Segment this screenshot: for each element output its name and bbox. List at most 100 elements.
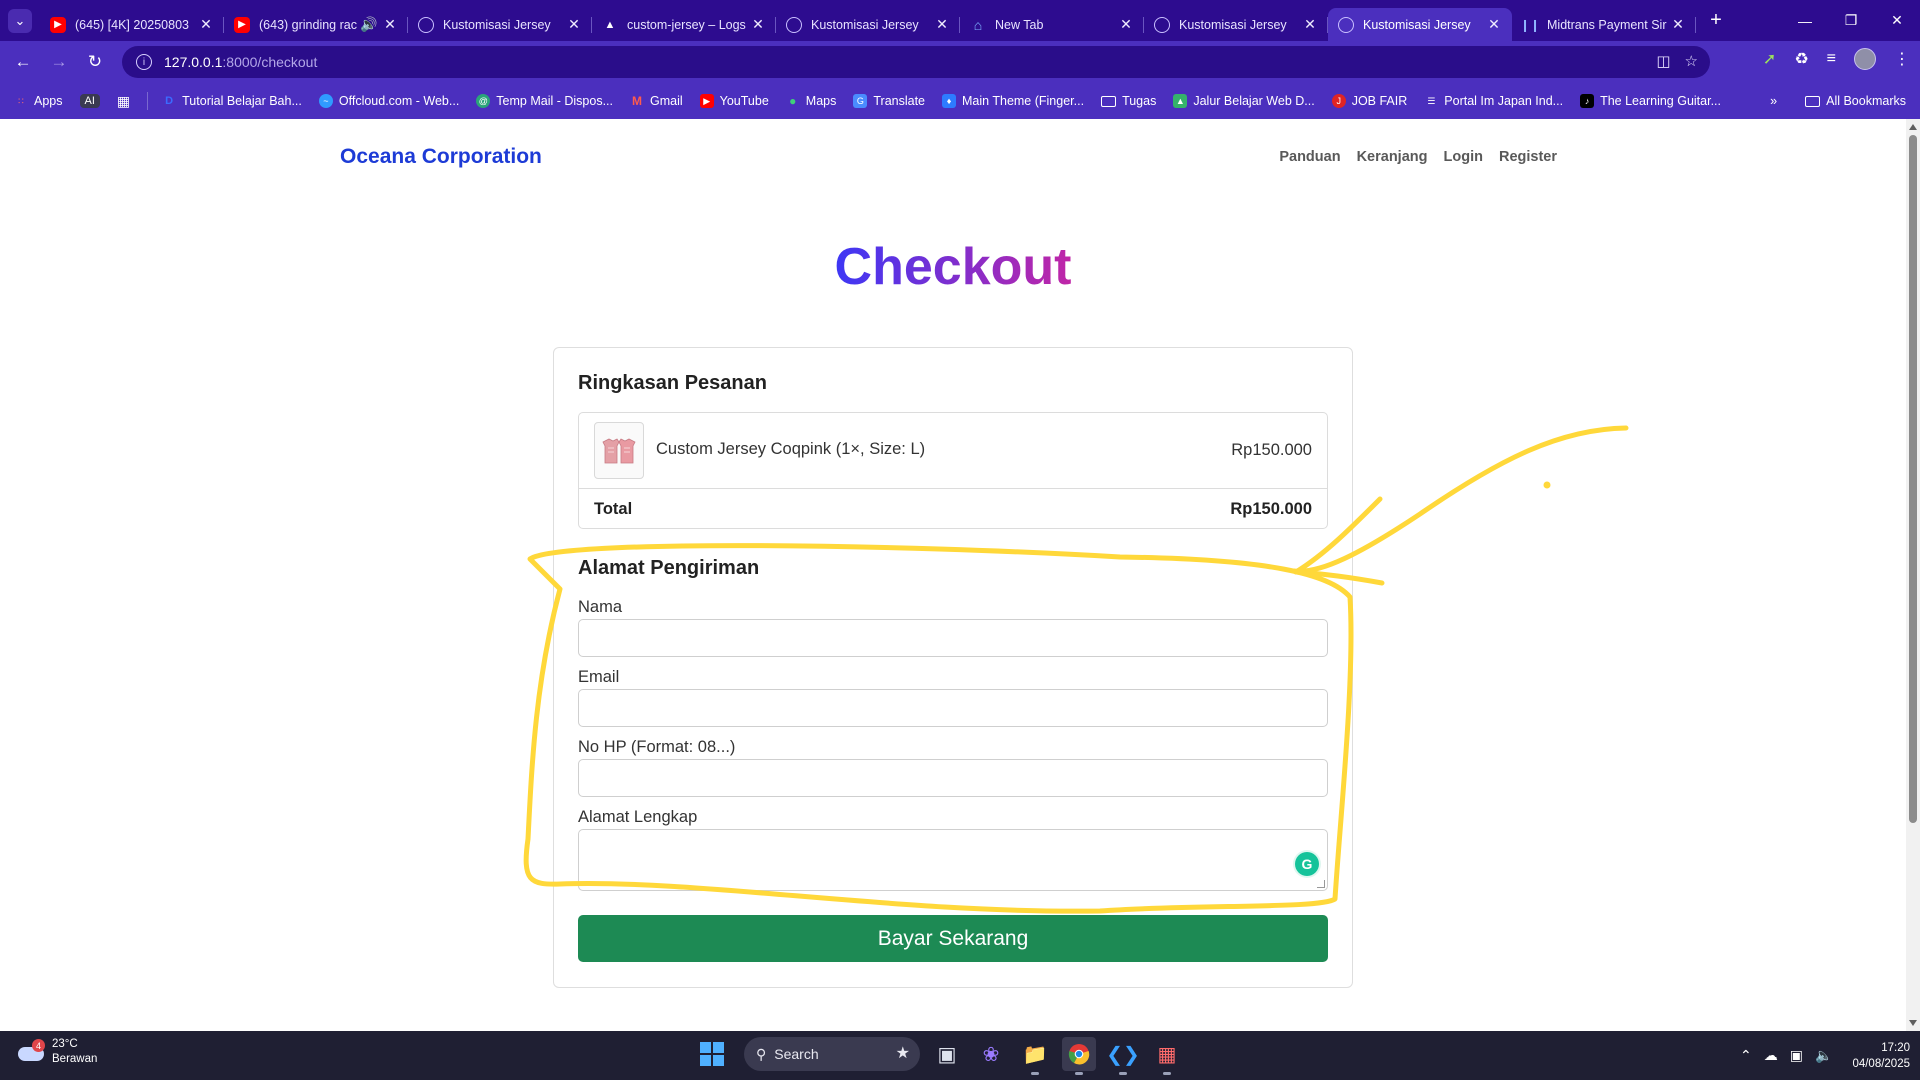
apps-grid-icon: ∷ [18, 95, 24, 106]
profile-avatar[interactable] [1854, 48, 1876, 70]
tab-title: Kustomisasi Jersey [811, 17, 919, 32]
windows-start-icon[interactable] [700, 1042, 724, 1066]
nav-link-register[interactable]: Register [1499, 149, 1557, 165]
restore-icon[interactable]: ❐ [1828, 0, 1874, 41]
close-icon[interactable]: ✕ [1670, 16, 1686, 33]
scroll-up-arrow-icon[interactable] [1909, 124, 1917, 130]
address-textarea[interactable]: G [578, 829, 1328, 891]
tab-search-button[interactable]: ⌄ [8, 8, 32, 33]
bookmark-star-icon[interactable]: ☆ [1685, 52, 1698, 70]
browser-tab-active[interactable]: Kustomisasi Jersey ✕ [1328, 8, 1512, 41]
order-summary-title: Ringkasan Pesanan [578, 372, 767, 394]
bookmark-item[interactable]: D Tutorial Belajar Bah... [162, 94, 302, 108]
youtube-icon: ▶ [50, 16, 66, 33]
extension-chart-icon[interactable]: ➚ [1763, 49, 1776, 69]
reload-icon[interactable]: ↻ [78, 45, 112, 79]
all-bookmarks-button[interactable]: All Bookmarks [1805, 94, 1906, 108]
task-view-icon[interactable]: ▣ [930, 1037, 964, 1071]
bookmark-item[interactable]: J JOB FAIR [1331, 94, 1407, 108]
browser-tab[interactable]: Kustomisasi Jersey ✕ [776, 8, 960, 41]
folder-icon [1805, 95, 1821, 107]
bookmark-folder[interactable]: Tugas [1101, 94, 1156, 108]
bookmark-item[interactable]: ☰ Portal Im Japan Ind... [1424, 94, 1563, 108]
bookmark-apps[interactable]: ∷ Apps [14, 94, 62, 108]
close-icon[interactable]: ✕ [382, 16, 398, 33]
resize-grip-icon[interactable] [1317, 880, 1325, 888]
clock[interactable]: 17:20 04/08/2025 [1852, 1040, 1910, 1072]
bookmark-ai[interactable]: AI [79, 94, 100, 108]
reading-list-icon[interactable]: ≡ [1827, 50, 1836, 68]
maps-pin-icon: ● [789, 94, 797, 108]
scroll-down-arrow-icon[interactable] [1909, 1020, 1917, 1026]
nav-link-keranjang[interactable]: Keranjang [1357, 149, 1428, 165]
bookmark-label: Jalur Belajar Web D... [1193, 94, 1315, 108]
close-icon[interactable]: ✕ [934, 16, 950, 33]
page-scrollbar[interactable] [1906, 119, 1920, 1031]
browser-tab[interactable]: ▲ custom-jersey – Logs ✕ [592, 8, 776, 41]
chrome-icon[interactable] [1062, 1037, 1096, 1075]
address-bar[interactable]: i 127.0.0.1:8000/checkout ◫ ☆ [122, 46, 1710, 78]
translate-icon[interactable]: ◫ [1656, 52, 1670, 70]
bookmark-item[interactable]: ♪ The Learning Guitar... [1580, 94, 1721, 108]
close-window-icon[interactable]: ✕ [1874, 0, 1920, 41]
close-icon[interactable]: ✕ [750, 16, 766, 33]
tab-title: Kustomisasi Jersey [1363, 17, 1471, 32]
scroll-thumb[interactable] [1909, 135, 1917, 823]
close-icon[interactable]: ✕ [1486, 16, 1502, 33]
onedrive-cloud-icon[interactable]: ☁ [1764, 1047, 1778, 1064]
browser-tab[interactable]: ▶ (643) grinding rac 🔊 ✕ [224, 8, 408, 41]
new-tab-button[interactable]: + [1702, 7, 1730, 35]
windows-taskbar: 4 23°C Berawan ⚲ Search ★ ▣ ❀ 📁 ❮❯ ▦ ⌃ ☁… [0, 1031, 1920, 1080]
tab-groups-icon[interactable]: ▦ [117, 93, 130, 110]
close-icon[interactable]: ✕ [1302, 16, 1318, 33]
bookmark-item[interactable]: G Translate [853, 94, 925, 108]
weather-widget[interactable]: 4 23°C Berawan [18, 1037, 97, 1067]
bookmark-label: Temp Mail - Dispos... [496, 94, 613, 108]
bookmark-item[interactable]: ▲ Jalur Belajar Web D... [1173, 94, 1315, 108]
pay-now-button[interactable]: Bayar Sekarang [578, 915, 1328, 962]
menu-kebab-icon[interactable]: ⋮ [1894, 49, 1910, 69]
name-input[interactable] [578, 619, 1328, 657]
globe-icon [418, 16, 434, 33]
nav-link-login[interactable]: Login [1444, 149, 1483, 165]
phone-input[interactable] [578, 759, 1328, 797]
bookmark-item[interactable]: @ Temp Mail - Dispos... [476, 94, 613, 108]
browser-tab[interactable]: ▶ (645) [4K] 20250803 ✕ [40, 8, 224, 41]
extensions-puzzle-icon[interactable]: ♻ [1794, 49, 1808, 69]
site-brand-link[interactable]: Oceana Corporation [340, 145, 542, 169]
forward-arrow-icon[interactable]: → [42, 45, 76, 79]
site-info-icon[interactable]: i [136, 54, 152, 70]
bookmark-item[interactable]: ▶ YouTube [699, 94, 769, 108]
app-icon[interactable]: ▦ [1150, 1037, 1184, 1075]
close-icon[interactable]: ✕ [1118, 16, 1134, 33]
gmail-icon: M [632, 94, 642, 108]
copilot-icon[interactable]: ❀ [974, 1037, 1008, 1071]
bookmark-item[interactable]: ~ Offcloud.com - Web... [318, 94, 459, 108]
guitar-icon: ♪ [1580, 94, 1595, 108]
close-icon[interactable]: ✕ [198, 16, 214, 33]
chevron-up-icon[interactable]: ⌃ [1740, 1047, 1752, 1064]
browser-tab[interactable]: ❙❙ Midtrans Payment Sir ✕ [1512, 8, 1696, 41]
speaker-icon[interactable]: 🔊 [360, 16, 377, 33]
taskbar-search[interactable]: ⚲ Search ★ [744, 1037, 920, 1071]
vscode-icon[interactable]: ❮❯ [1106, 1037, 1140, 1075]
bookmark-item[interactable]: M Gmail [630, 94, 683, 108]
network-icon[interactable]: ▣ [1790, 1047, 1803, 1064]
browser-tab[interactable]: ⌂ New Tab ✕ [960, 8, 1144, 41]
back-arrow-icon[interactable]: ← [6, 45, 40, 79]
bookmark-item[interactable]: ♦ Main Theme (Finger... [942, 94, 1084, 108]
grammarly-icon[interactable]: G [1295, 852, 1319, 876]
minimize-icon[interactable]: — [1782, 0, 1828, 41]
browser-tab[interactable]: Kustomisasi Jersey ✕ [1144, 8, 1328, 41]
bookmark-item[interactable]: ● Maps [786, 94, 836, 108]
chevron-right-double-icon[interactable]: » [1770, 94, 1777, 108]
email-input[interactable] [578, 689, 1328, 727]
volume-icon[interactable]: 🔈 [1815, 1047, 1832, 1064]
taskbar-search-label: Search [774, 1046, 819, 1062]
file-explorer-icon[interactable]: 📁 [1018, 1037, 1052, 1075]
browser-tab[interactable]: Kustomisasi Jersey ✕ [408, 8, 592, 41]
order-summary-box: Custom Jersey Coqpink (1×, Size: L) Rp15… [578, 412, 1328, 529]
close-icon[interactable]: ✕ [566, 16, 582, 33]
nav-link-panduan[interactable]: Panduan [1279, 149, 1340, 165]
portal-icon: ☰ [1427, 95, 1436, 106]
